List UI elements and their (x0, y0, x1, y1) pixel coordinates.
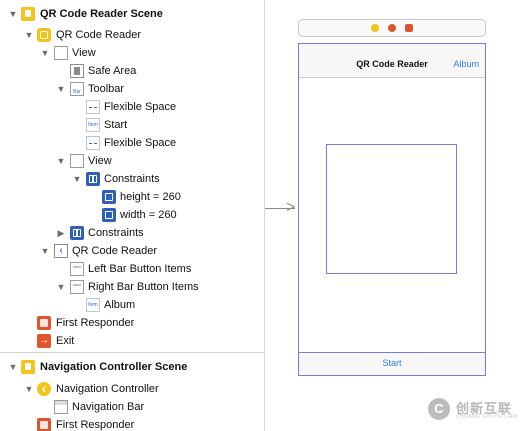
constraints-icon (70, 226, 84, 240)
flexible-space-icon (86, 100, 100, 114)
constraint-icon (102, 208, 116, 222)
navigation-bar[interactable]: QR Code Reader Album (299, 44, 485, 78)
scanner-view[interactable] (326, 144, 457, 274)
outline-row-first-responder[interactable]: First Responder (0, 314, 264, 332)
outline-row-label: Safe Area (88, 65, 137, 77)
outline-row-left-bar-items[interactable]: Left Bar Button Items (0, 260, 264, 278)
view-controller-icon (37, 28, 51, 42)
outline-row-view[interactable]: ▼ View (0, 44, 264, 62)
view-controller-icon[interactable] (371, 24, 379, 32)
outline-row-label: Constraints (88, 227, 144, 239)
watermark-logo: C 创新互联 CHUANG XIN HU LIAN (426, 395, 526, 425)
scene-icon (21, 360, 35, 374)
outline-row-qr-view-controller[interactable]: ▼ QR Code Reader (0, 26, 264, 44)
outline-row-label: QR Code Reader (56, 29, 141, 41)
disclosure-closed-icon[interactable]: ▶ (56, 224, 66, 242)
storyboard-canvas[interactable]: > QR Code Reader Album Start (265, 0, 527, 431)
bar-items-icon (70, 280, 84, 294)
outline-row-label: QR Code Reader (72, 245, 157, 257)
disclosure-open-icon[interactable]: ▼ (40, 44, 50, 62)
outline-row-label: Navigation Controller (56, 383, 159, 395)
disclosure-open-icon[interactable]: ▼ (56, 80, 66, 98)
outline-row-label: View (72, 47, 96, 59)
first-responder-icon[interactable] (388, 24, 396, 32)
outline-row-flexible-space[interactable]: Flexible Space (0, 134, 264, 152)
outline-row-toolbar[interactable]: ▼ Toolbar (0, 80, 264, 98)
outline-row-label: Navigation Bar (72, 401, 145, 413)
view-icon (54, 46, 68, 60)
disclosure-open-icon[interactable]: ▼ (24, 26, 34, 44)
toolbar[interactable]: Start (299, 352, 485, 375)
exit-icon (37, 334, 51, 348)
outline-row-constraints[interactable]: ▼ Constraints (0, 170, 264, 188)
watermark-subtitle: CHUANG XIN HU LIAN (456, 414, 518, 420)
disclosure-open-icon[interactable]: ▼ (40, 242, 50, 260)
outline-row-label: Right Bar Button Items (88, 281, 199, 293)
outline-row-label: Navigation Controller Scene (40, 361, 188, 373)
disclosure-open-icon[interactable]: ▼ (8, 5, 18, 23)
outline-row-album-item[interactable]: Album (0, 296, 264, 314)
outline-row-safe-area[interactable]: Safe Area (0, 62, 264, 80)
bar-button-item-icon (86, 298, 100, 312)
disclosure-open-icon[interactable]: ▼ (72, 170, 82, 188)
scene-separator (0, 352, 264, 353)
outline-row-flexible-space[interactable]: Flexible Space (0, 98, 264, 116)
outline-row-label: Toolbar (88, 83, 125, 95)
watermark-mark: C (428, 398, 450, 420)
outline-row-inner-view[interactable]: ▼ View (0, 152, 264, 170)
outline-row-label: Constraints (104, 173, 160, 185)
outline-row-label: First Responder (56, 419, 135, 431)
outline-row-label: Flexible Space (104, 137, 177, 149)
outline-row-label: Flexible Space (104, 101, 177, 113)
album-button[interactable]: Album (453, 59, 479, 69)
navigation-controller-icon (37, 381, 51, 396)
outline-row-label: width = 260 (120, 209, 177, 221)
disclosure-open-icon[interactable]: ▼ (24, 380, 34, 398)
outline-row-navigation-bar[interactable]: Navigation Bar (0, 398, 264, 416)
outline-row-width-constraint[interactable]: width = 260 (0, 206, 264, 224)
outline-row-right-bar-items[interactable]: ▼ Right Bar Button Items (0, 278, 264, 296)
scene-icon (21, 7, 35, 21)
scene-dock[interactable] (298, 19, 486, 37)
outline-row-label: Left Bar Button Items (88, 263, 192, 275)
first-responder-icon (37, 418, 51, 431)
outline-row-exit[interactable]: Exit (0, 332, 264, 350)
toolbar-icon (70, 82, 84, 96)
segue-arrow-icon[interactable]: > (286, 200, 295, 216)
outline-row-start-item[interactable]: Start (0, 116, 264, 134)
outline-row-constraints[interactable]: ▶ Constraints (0, 224, 264, 242)
flexible-space-icon (86, 136, 100, 150)
exit-icon[interactable] (405, 24, 413, 32)
outline-row-label: First Responder (56, 317, 135, 329)
document-outline: ▼ QR Code Reader Scene ▼ QR Code Reader … (0, 0, 265, 431)
outline-row-label: Exit (56, 335, 75, 347)
start-button[interactable]: Start (299, 358, 485, 368)
view-controller-frame[interactable]: QR Code Reader Album Start (298, 43, 486, 376)
safe-area-icon (70, 64, 84, 78)
bar-items-icon (70, 262, 84, 276)
constraints-icon (86, 172, 100, 186)
outline-row-label: height = 260 (120, 191, 181, 203)
outline-row-navigation-controller[interactable]: ▼ Navigation Controller (0, 380, 264, 398)
outline-row-label: Start (104, 119, 128, 131)
first-responder-icon (37, 316, 51, 330)
outline-row-label: View (88, 155, 112, 167)
constraint-icon (102, 190, 116, 204)
bar-button-item-icon (86, 118, 100, 132)
outline-row-first-responder[interactable]: First Responder (0, 416, 264, 431)
disclosure-open-icon[interactable]: ▼ (8, 358, 18, 376)
outline-row-label: QR Code Reader Scene (40, 8, 163, 20)
navigation-item-icon: ‹ (54, 244, 68, 258)
outline-row-nav-scene[interactable]: ▼ Navigation Controller Scene (0, 358, 264, 376)
disclosure-open-icon[interactable]: ▼ (56, 152, 66, 170)
outline-row-height-constraint[interactable]: height = 260 (0, 188, 264, 206)
outline-row-qr-scene[interactable]: ▼ QR Code Reader Scene (0, 5, 264, 23)
view-icon (70, 154, 84, 168)
navigation-bar-icon (54, 400, 68, 414)
disclosure-open-icon[interactable]: ▼ (56, 278, 66, 296)
outline-row-navigation-item[interactable]: ▼ ‹ QR Code Reader (0, 242, 264, 260)
outline-row-label: Album (104, 299, 136, 311)
